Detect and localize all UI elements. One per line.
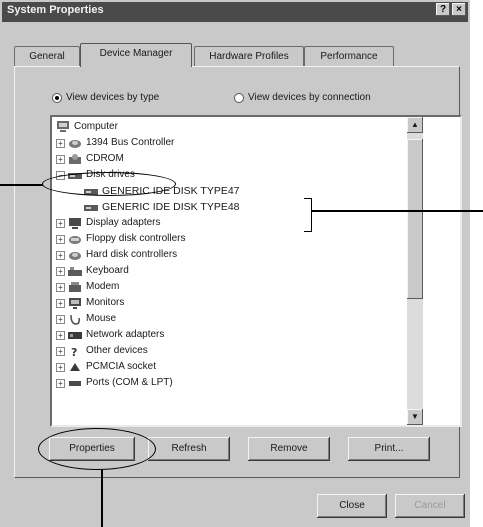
tree-item-keyboard[interactable]: + Keyboard xyxy=(56,263,129,279)
tree-root[interactable]: Computer xyxy=(56,119,118,135)
expand-toggle[interactable]: + xyxy=(56,331,65,340)
tree-item-mouse[interactable]: + Mouse xyxy=(56,311,116,327)
view-by-connection-label[interactable]: View devices by connection xyxy=(248,92,371,103)
expand-toggle[interactable]: + xyxy=(56,379,65,388)
pcmcia-socket-icon xyxy=(70,363,80,371)
floppy-controller-icon xyxy=(69,236,81,244)
tree-item-ports[interactable]: + Ports (COM & LPT) xyxy=(56,375,173,391)
hard-disk-controller-icon xyxy=(69,252,81,260)
scroll-down-button[interactable]: ▼ xyxy=(407,409,423,425)
bus-controller-icon xyxy=(69,140,81,148)
cdrom-icon xyxy=(69,154,81,164)
expand-toggle[interactable]: + xyxy=(56,363,65,372)
scroll-up-button[interactable]: ▲ xyxy=(407,117,423,133)
tree-item-network-adapters[interactable]: + Network adapters xyxy=(56,327,164,343)
tree-item-label: Modem xyxy=(86,281,120,292)
properties-callout-ellipse xyxy=(38,428,156,470)
expand-toggle[interactable]: + xyxy=(56,315,65,324)
tree-item-label: Mouse xyxy=(86,313,117,324)
tree-item-label: Hard disk controllers xyxy=(86,249,178,260)
disk-entries-bracket xyxy=(304,198,312,232)
expand-toggle[interactable]: + xyxy=(56,267,65,276)
disk-drives-callout-ellipse xyxy=(42,172,176,196)
print-button[interactable]: Print... xyxy=(348,437,430,461)
tree-item-display-adapters[interactable]: + Display adapters xyxy=(56,215,160,231)
tree-item-label: GENERIC IDE DISK TYPE48 xyxy=(102,201,240,213)
properties-callout-line xyxy=(101,470,103,527)
tree-scrollbar[interactable]: ▲ ▼ xyxy=(407,117,423,425)
tree-item-disk-type48[interactable]: GENERIC IDE DISK TYPE48 xyxy=(84,199,240,215)
tab-general[interactable]: General xyxy=(14,46,80,66)
tree-item-label: Floppy disk controllers xyxy=(86,233,186,244)
expand-toggle[interactable]: + xyxy=(56,235,65,244)
remove-button[interactable]: Remove xyxy=(248,437,330,461)
refresh-button[interactable]: Refresh xyxy=(148,437,230,461)
help-button[interactable]: ? xyxy=(436,3,450,16)
view-by-type-radio[interactable] xyxy=(52,93,62,103)
tree-item-label: Keyboard xyxy=(86,265,129,276)
disk-entries-callout-line xyxy=(311,210,483,212)
expand-toggle[interactable]: + xyxy=(56,219,65,228)
tree-item-pcmcia-socket[interactable]: + PCMCIA socket xyxy=(56,359,156,375)
tree-item-label: Ports (COM & LPT) xyxy=(86,377,173,388)
tree-item-label: 1394 Bus Controller xyxy=(86,137,175,148)
view-by-connection-radio[interactable] xyxy=(234,93,244,103)
tree-item-label: Network adapters xyxy=(86,329,165,340)
cancel-button: Cancel xyxy=(395,494,465,518)
display-adapter-icon xyxy=(69,218,81,229)
tree-item-label: Monitors xyxy=(86,297,125,308)
mouse-icon xyxy=(70,314,80,325)
window-title: System Properties xyxy=(7,4,104,16)
tree-item-label: Other devices xyxy=(86,345,148,356)
tree-item-floppy-controllers[interactable]: + Floppy disk controllers xyxy=(56,231,185,247)
expand-toggle[interactable]: + xyxy=(56,251,65,260)
expand-toggle[interactable]: + xyxy=(56,347,65,356)
keyboard-icon xyxy=(68,267,82,276)
expand-toggle[interactable]: + xyxy=(56,299,65,308)
computer-icon xyxy=(57,121,69,132)
tree-item-cdrom[interactable]: + CDROM xyxy=(56,151,124,167)
disk-drives-callout-line xyxy=(0,184,43,186)
tree-item-other-devices[interactable]: + ? Other devices xyxy=(56,343,148,359)
tab-performance[interactable]: Performance xyxy=(304,46,394,66)
tab-hardware-profiles[interactable]: Hardware Profiles xyxy=(194,46,304,66)
close-window-button[interactable]: × xyxy=(452,3,466,16)
tree-item-hard-disk-controllers[interactable]: + Hard disk controllers xyxy=(56,247,177,263)
tree-root-label: Computer xyxy=(74,121,118,132)
network-adapter-icon xyxy=(68,332,82,339)
svg-text:?: ? xyxy=(71,346,77,357)
monitor-icon xyxy=(69,298,81,309)
tab-device-manager[interactable]: Device Manager xyxy=(80,43,192,67)
modem-icon xyxy=(69,282,81,292)
close-button[interactable]: Close xyxy=(317,494,387,518)
expand-toggle[interactable]: + xyxy=(56,139,65,148)
expand-toggle[interactable]: + xyxy=(56,283,65,292)
other-devices-icon: ? xyxy=(71,346,77,357)
ports-icon xyxy=(69,381,81,386)
view-by-type-label[interactable]: View devices by type xyxy=(66,92,159,103)
tree-item-label: Display adapters xyxy=(86,217,161,228)
device-tree[interactable]: Computer + 1394 Bus Controller + CDROM −… xyxy=(50,115,462,427)
tree-item-1394-bus[interactable]: + 1394 Bus Controller xyxy=(56,135,174,151)
tree-item-label: CDROM xyxy=(86,153,124,164)
tree-item-monitors[interactable]: + Monitors xyxy=(56,295,124,311)
tree-item-label: PCMCIA socket xyxy=(86,361,157,372)
disk-drive-icon xyxy=(84,205,98,211)
tree-item-modem[interactable]: + Modem xyxy=(56,279,119,295)
scroll-thumb[interactable] xyxy=(407,139,423,299)
expand-toggle[interactable]: + xyxy=(56,155,65,164)
